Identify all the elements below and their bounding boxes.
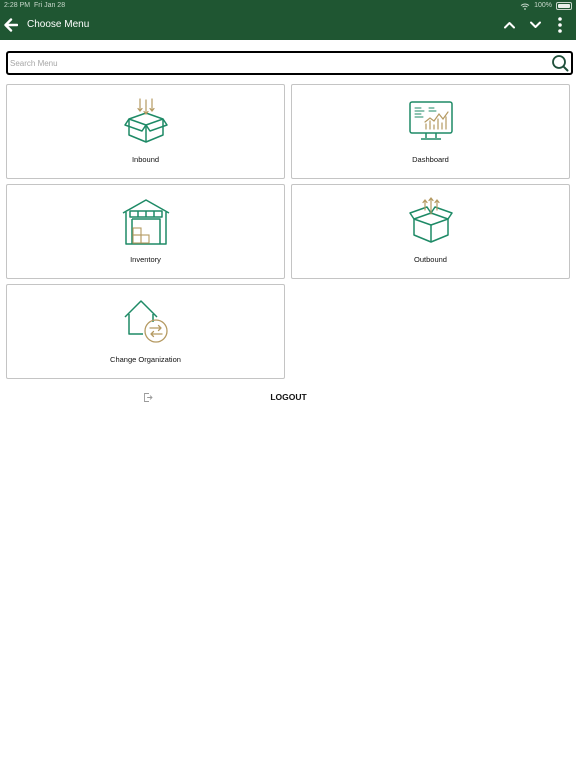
wifi-icon <box>520 3 530 10</box>
battery-percent: 100% <box>534 2 552 9</box>
menu-tile-change-organization[interactable]: Change Organization <box>6 284 285 379</box>
battery-icon <box>556 2 572 10</box>
back-arrow-icon[interactable] <box>4 17 18 33</box>
inbound-box-icon <box>123 98 168 143</box>
search-icon[interactable] <box>551 54 569 72</box>
outbound-box-icon <box>408 197 453 243</box>
menu-tile-dashboard[interactable]: Dashboard <box>291 84 570 179</box>
chevron-up-icon[interactable] <box>503 19 516 31</box>
status-date: Fri Jan 28 <box>33 2 66 9</box>
search-box <box>6 51 573 75</box>
menu-tile-inventory[interactable]: Inventory <box>6 184 285 279</box>
header-bar: Choose Menu <box>0 12 576 40</box>
status-right: 100% <box>520 0 572 12</box>
search-input[interactable] <box>10 53 550 73</box>
status-time-date: 2:28 PM Fri Jan 28 <box>4 0 65 12</box>
status-time: 2:28 PM <box>4 2 31 9</box>
logout-label: LOGOUT <box>270 392 307 402</box>
status-bar: 2:28 PM Fri Jan 28 100% <box>0 0 576 12</box>
warehouse-icon <box>122 199 169 245</box>
change-organization-icon <box>123 300 168 343</box>
menu-tile-inbound[interactable]: Inbound <box>6 84 285 179</box>
dashboard-monitor-icon <box>408 101 453 140</box>
menu-tile-label: Change Organization <box>110 355 181 364</box>
more-vertical-icon[interactable] <box>556 16 564 34</box>
chevron-down-icon[interactable] <box>529 19 542 31</box>
page-title: Choose Menu <box>27 19 90 30</box>
menu-tile-label: Inbound <box>131 155 160 164</box>
menu-tile-label: Dashboard <box>412 155 449 164</box>
menu-tile-outbound[interactable]: Outbound <box>291 184 570 279</box>
logout-button[interactable]: LOGOUT <box>6 388 571 408</box>
menu-tile-label: Outbound <box>414 255 447 264</box>
menu-tile-label: Inventory <box>130 255 161 264</box>
